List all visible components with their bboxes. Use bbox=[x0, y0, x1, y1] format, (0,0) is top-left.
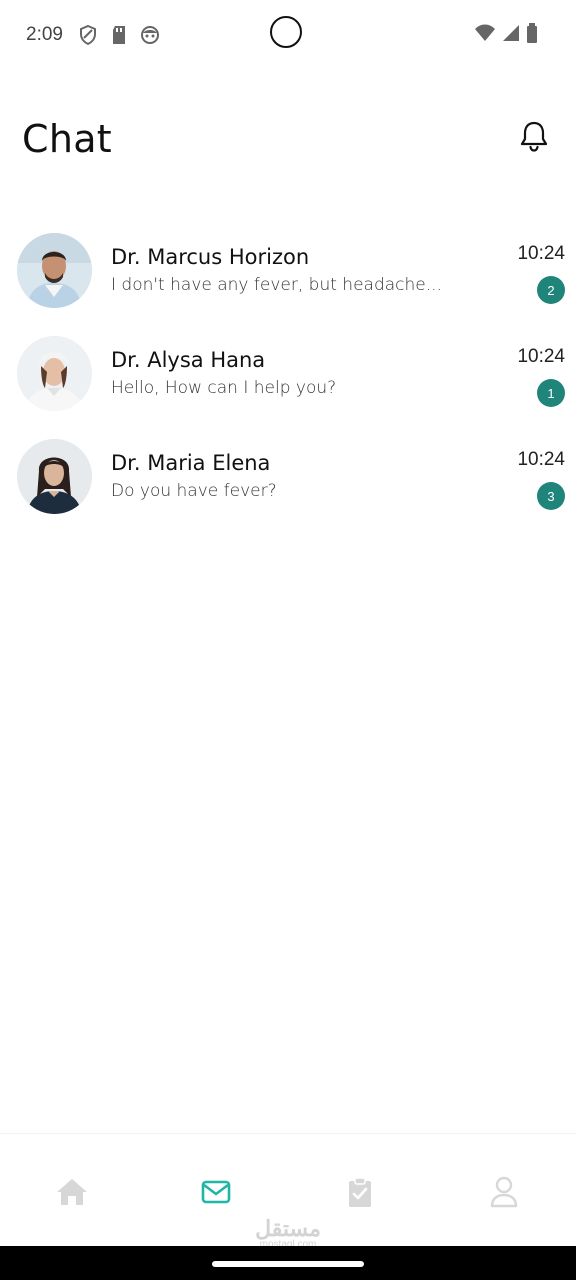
page-title: Chat bbox=[22, 117, 113, 161]
avatar bbox=[17, 336, 92, 411]
shield-icon bbox=[78, 24, 98, 51]
status-icons-left bbox=[78, 24, 160, 51]
chat-time: 10:24 bbox=[517, 449, 565, 470]
avatar bbox=[17, 439, 92, 514]
chat-item[interactable]: Dr. Alysa Hana Hello, How can I help you… bbox=[0, 328, 576, 431]
status-time: 2:09 bbox=[26, 24, 63, 45]
battery-icon bbox=[526, 22, 538, 49]
chat-item[interactable]: Dr. Marcus Horizon I don't have any feve… bbox=[0, 225, 576, 328]
nav-profile[interactable] bbox=[484, 1174, 524, 1214]
chat-preview: Hello, How can I help you? bbox=[111, 378, 337, 398]
face-icon bbox=[140, 24, 160, 51]
status-icons-right bbox=[474, 22, 538, 49]
signal-icon bbox=[502, 23, 520, 48]
sd-card-icon bbox=[110, 24, 128, 51]
chat-time: 10:24 bbox=[517, 243, 565, 264]
header: Chat bbox=[0, 100, 576, 180]
watermark-arabic: مستقل bbox=[255, 1216, 321, 1241]
chat-name: Dr. Maria Elena bbox=[111, 451, 271, 475]
unread-badge: 2 bbox=[537, 276, 565, 304]
bell-icon bbox=[518, 119, 550, 158]
gesture-bar bbox=[0, 1246, 576, 1280]
chat-preview: I don't have any fever, but headache... bbox=[111, 275, 442, 295]
status-bar: 2:09 bbox=[0, 0, 576, 70]
clipboard-check-icon bbox=[347, 1176, 373, 1213]
chat-item[interactable]: Dr. Maria Elena Do you have fever? 10:24… bbox=[0, 431, 576, 534]
nav-appointments[interactable] bbox=[340, 1174, 380, 1214]
unread-badge: 1 bbox=[537, 379, 565, 407]
nav-home[interactable] bbox=[52, 1174, 92, 1214]
mail-icon bbox=[201, 1180, 231, 1209]
chat-name: Dr. Marcus Horizon bbox=[111, 245, 310, 269]
wifi-icon bbox=[474, 23, 496, 48]
avatar bbox=[17, 233, 92, 308]
notifications-button[interactable] bbox=[516, 118, 552, 158]
user-icon bbox=[490, 1176, 518, 1213]
nav-messages[interactable] bbox=[196, 1174, 236, 1214]
chat-time: 10:24 bbox=[517, 346, 565, 367]
home-gesture-handle[interactable] bbox=[212, 1261, 364, 1267]
unread-badge: 3 bbox=[537, 482, 565, 510]
chat-list: Dr. Marcus Horizon I don't have any feve… bbox=[0, 225, 576, 534]
chat-name: Dr. Alysa Hana bbox=[111, 348, 266, 372]
chat-preview: Do you have fever? bbox=[111, 481, 277, 501]
camera-cutout bbox=[270, 16, 302, 48]
home-icon bbox=[55, 1177, 89, 1212]
